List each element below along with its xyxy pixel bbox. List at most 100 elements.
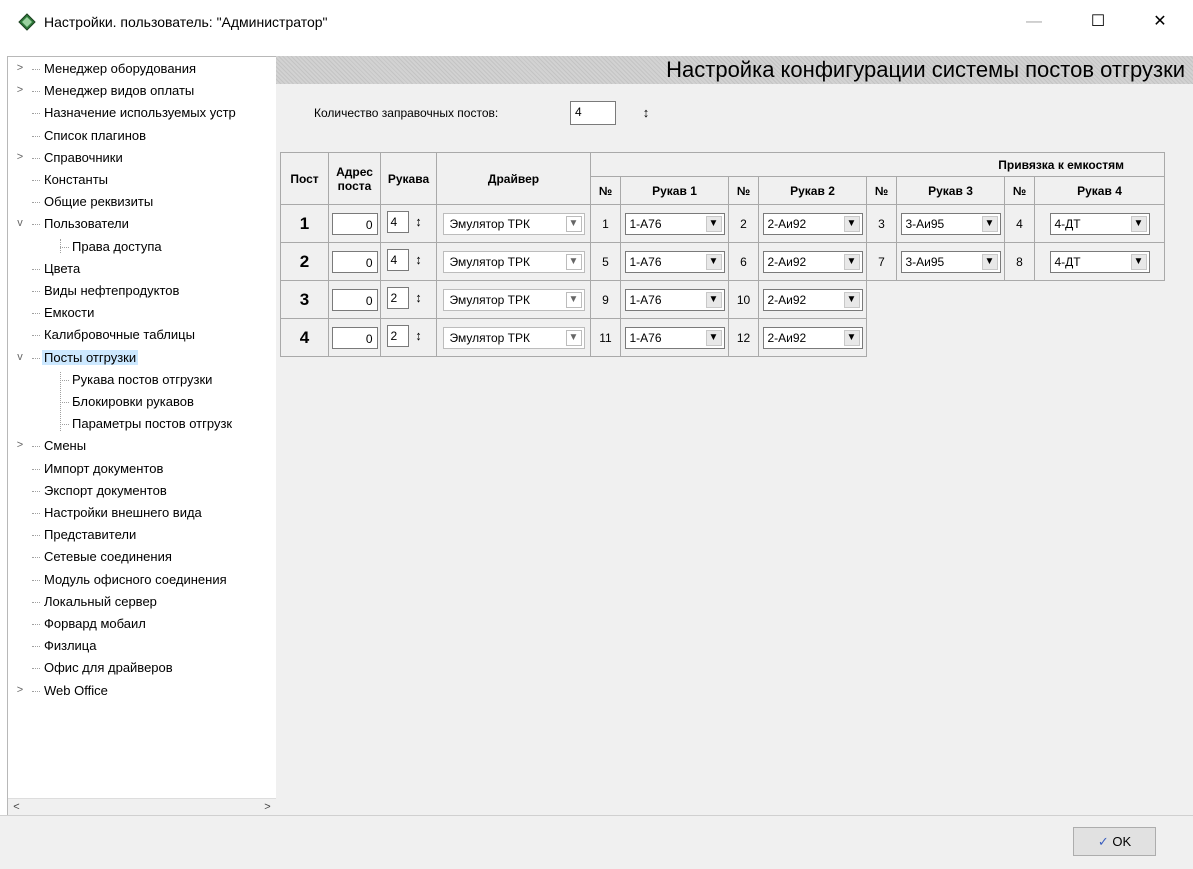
minimize-button[interactable]: — (1014, 8, 1054, 36)
expand-chevron-icon[interactable]: > (15, 151, 25, 163)
hose-count-spinner[interactable]: 4 ↕ (386, 211, 431, 233)
tree-item-label: Экспорт документов (44, 483, 167, 498)
tree-item[interactable]: Форвард мобаил (42, 614, 148, 633)
tank-select[interactable]: 3-Аи95 ▼ (900, 250, 1001, 273)
tree-item[interactable]: Справочники (42, 148, 125, 167)
chevron-down-icon[interactable]: ▼ (565, 253, 582, 270)
tree-horizontal-scrollbar[interactable]: < > (8, 798, 276, 816)
collapse-chevron-icon[interactable]: v (15, 217, 25, 229)
tank-select[interactable]: 2-Аи92 ▼ (762, 250, 863, 273)
tree-item[interactable]: Рукава постов отгрузки (70, 370, 214, 389)
tank-select[interactable]: 1-А76 ▼ (624, 326, 725, 349)
tank-select[interactable]: 3-Аи95 ▼ (900, 212, 1001, 235)
chevron-down-icon[interactable]: ▼ (705, 329, 722, 346)
tree-item[interactable]: Физлица (42, 636, 98, 655)
driver-select[interactable]: Эмулятор ТРК ▼ (442, 326, 585, 349)
tree-item[interactable]: Пользователи (42, 214, 131, 233)
hose-count-spinner[interactable]: 4 ↕ (386, 249, 431, 271)
tree-item[interactable]: Менеджер оборудования (42, 59, 198, 78)
tank-select[interactable]: 4-ДТ ▼ (1049, 212, 1150, 235)
posts-count-field[interactable]: 4 (570, 101, 616, 125)
tree-item[interactable]: Настройки внешнего вида (42, 503, 204, 522)
tree-item[interactable]: Представители (42, 525, 138, 544)
settings-tree[interactable]: < > Менеджер оборудования > Менеджер видов… (7, 56, 277, 817)
hose-count-value[interactable]: 2 (386, 287, 409, 309)
post-address-input[interactable]: 0 (331, 326, 378, 349)
expand-chevron-icon[interactable]: > (15, 84, 25, 96)
tank-select[interactable]: 1-А76 ▼ (624, 250, 725, 273)
chevron-down-icon[interactable]: ▼ (565, 215, 582, 232)
tree-item[interactable]: Офис для драйверов (42, 658, 175, 677)
tree-item[interactable]: Назначение используемых устр (42, 103, 238, 122)
collapse-chevron-icon[interactable]: v (15, 351, 25, 363)
tree-connector (32, 358, 40, 359)
tank-select[interactable]: 2-Аи92 ▼ (762, 288, 863, 311)
chevron-down-icon[interactable]: ▼ (705, 253, 722, 270)
hose-count-spinner[interactable]: 2 ↕ (386, 325, 431, 347)
tank-select[interactable]: 1-А76 ▼ (624, 212, 725, 235)
chevron-down-icon[interactable]: ▼ (843, 329, 860, 346)
tree-item[interactable]: Импорт документов (42, 459, 165, 478)
chevron-down-icon[interactable]: ▼ (981, 215, 998, 232)
tree-item[interactable]: Модуль офисного соединения (42, 570, 229, 589)
tree-item[interactable]: Емкости (42, 303, 96, 322)
tree-item[interactable]: Калибровочные таблицы (42, 325, 197, 344)
expand-chevron-icon[interactable]: > (15, 62, 25, 74)
tree-item[interactable]: Права доступа (70, 237, 164, 256)
chevron-down-icon[interactable]: ▼ (1130, 215, 1147, 232)
chevron-down-icon[interactable]: ▼ (705, 215, 722, 232)
post-address-input[interactable]: 0 (331, 212, 378, 235)
tree-item[interactable]: Виды нефтепродуктов (42, 281, 181, 300)
hose-count-value[interactable]: 4 (386, 249, 409, 271)
expand-chevron-icon[interactable]: > (15, 439, 25, 451)
scroll-right-arrow[interactable]: > (259, 799, 276, 816)
chevron-down-icon[interactable]: ▼ (843, 215, 860, 232)
tree-item[interactable]: Блокировки рукавов (70, 392, 196, 411)
tree-item[interactable]: Посты отгрузки (42, 348, 139, 367)
tree-connector (60, 402, 69, 403)
tank-select[interactable]: 2-Аи92 ▼ (762, 212, 863, 235)
tree-connector (32, 535, 40, 536)
tank-select[interactable]: 1-А76 ▼ (624, 288, 725, 311)
chevron-down-icon[interactable]: ▼ (843, 253, 860, 270)
close-button[interactable]: ✕ (1140, 8, 1180, 36)
driver-select[interactable]: Эмулятор ТРК ▼ (442, 288, 585, 311)
chevron-down-icon[interactable]: ▼ (843, 291, 860, 308)
tree-item-label: Модуль офисного соединения (44, 572, 227, 587)
tree-item[interactable]: Экспорт документов (42, 481, 169, 500)
tree-item[interactable]: Параметры постов отгрузк (70, 414, 234, 433)
post-number: 2 (299, 251, 310, 271)
chevron-down-icon[interactable]: ▼ (705, 291, 722, 308)
driver-select[interactable]: Эмулятор ТРК ▼ (442, 212, 585, 235)
chevron-down-icon[interactable]: ▼ (565, 329, 582, 346)
post-address-input[interactable]: 0 (331, 288, 378, 311)
maximize-button[interactable]: ☐ (1078, 8, 1118, 36)
spin-arrows-icon[interactable]: ↕ (409, 288, 429, 308)
posts-count-spin-icon[interactable]: ↕ (636, 103, 656, 123)
ok-button[interactable]: ✓ OK (1073, 827, 1156, 856)
hose-count-value[interactable]: 2 (386, 325, 409, 347)
tank-select[interactable]: 2-Аи92 ▼ (762, 326, 863, 349)
tree-item[interactable]: Сетевые соединения (42, 547, 174, 566)
spin-arrows-icon[interactable]: ↕ (409, 326, 429, 346)
spin-arrows-icon[interactable]: ↕ (409, 250, 429, 270)
tree-item[interactable]: Список плагинов (42, 126, 148, 145)
tree-item[interactable]: Константы (42, 170, 110, 189)
tree-item[interactable]: Менеджер видов оплаты (42, 81, 196, 100)
hose-count-value[interactable]: 4 (386, 211, 409, 233)
tank-select[interactable]: 4-ДТ ▼ (1049, 250, 1150, 273)
expand-chevron-icon[interactable]: > (15, 684, 25, 696)
tree-item[interactable]: Смены (42, 436, 88, 455)
tree-item[interactable]: Общие реквизиты (42, 192, 155, 211)
tree-item[interactable]: Web Office (42, 681, 110, 700)
chevron-down-icon[interactable]: ▼ (1130, 253, 1147, 270)
chevron-down-icon[interactable]: ▼ (981, 253, 998, 270)
post-address-input[interactable]: 0 (331, 250, 378, 273)
tree-item[interactable]: Цвета (42, 259, 82, 278)
hose-count-spinner[interactable]: 2 ↕ (386, 287, 431, 309)
chevron-down-icon[interactable]: ▼ (565, 291, 582, 308)
driver-select[interactable]: Эмулятор ТРК ▼ (442, 250, 585, 273)
spin-arrows-icon[interactable]: ↕ (409, 212, 429, 232)
scroll-left-arrow[interactable]: < (8, 799, 25, 816)
tree-item[interactable]: Локальный сервер (42, 592, 159, 611)
